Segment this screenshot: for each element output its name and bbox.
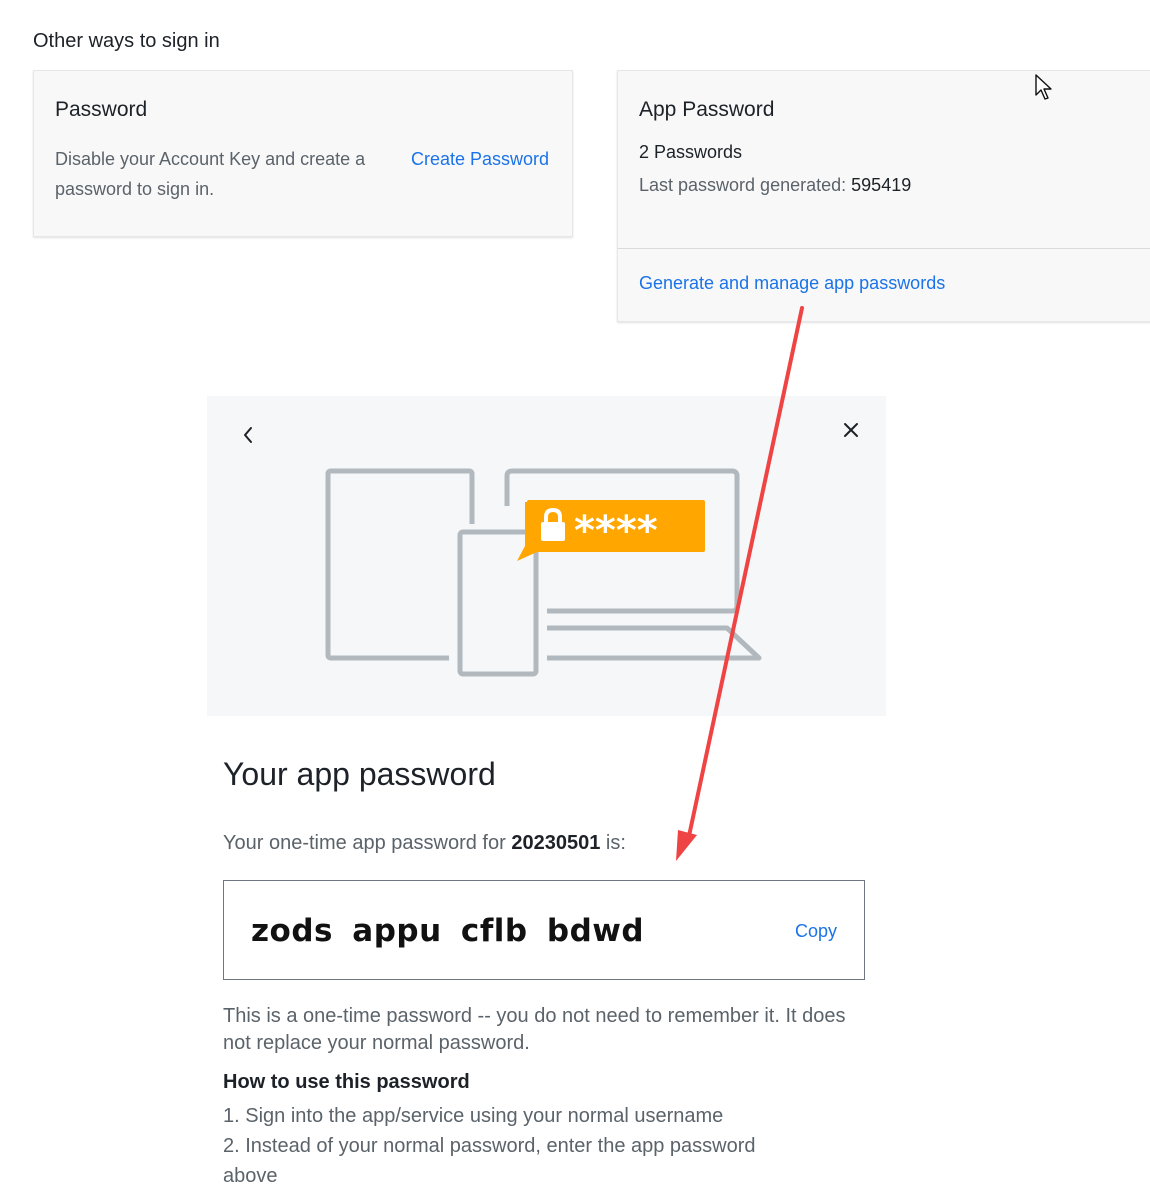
one-time-note: This is a one-time password -- you do no… (223, 1005, 846, 1054)
copy-button[interactable]: Copy (795, 921, 837, 942)
howto-title: How to use this password (223, 1071, 470, 1093)
devices-illustration: **** (325, 468, 762, 677)
card-divider (618, 248, 1150, 249)
intro-prefix: Your one-time app password for (223, 832, 506, 854)
generate-app-passwords-link[interactable]: Generate and manage app passwords (639, 273, 945, 294)
last-password-value: 595419 (851, 175, 912, 195)
modal-illustration-panel: **** (207, 396, 886, 716)
intro-suffix: is: (605, 832, 626, 854)
app-password-count: 2 Passwords (639, 142, 743, 162)
last-password-label: Last password generated: (639, 175, 847, 195)
password-intro: Your one-time app password for 20230501 … (223, 832, 626, 855)
howto-step: 2. Instead of your normal password, ente… (223, 1135, 756, 1187)
password-card: Password Disable your Account Key and cr… (33, 70, 573, 237)
mouse-cursor-icon (1034, 73, 1054, 106)
app-password-card: App Password 2 Passwords Last password g… (617, 70, 1150, 322)
app-password-card-title: App Password (639, 98, 775, 121)
section-title: Other ways to sign in (33, 30, 220, 52)
app-password-value[interactable]: zods appu cflb bdwd (251, 913, 644, 949)
password-card-description: Disable your Account Key and create a pa… (55, 149, 366, 199)
create-password-link[interactable]: Create Password (411, 144, 549, 174)
password-display-box: zods appu cflb bdwd Copy (223, 880, 865, 980)
password-card-title: Password (55, 98, 148, 121)
howto-step: 1. Sign into the app/service using your … (223, 1105, 724, 1127)
masked-password-text: **** (574, 508, 658, 554)
intro-app-name: 20230501 (511, 832, 601, 854)
modal-title: Your app password (223, 756, 496, 792)
howto-steps: 1. Sign into the app/service using your … (223, 1101, 783, 1191)
last-password-generated: Last password generated: 595419 (639, 175, 911, 196)
